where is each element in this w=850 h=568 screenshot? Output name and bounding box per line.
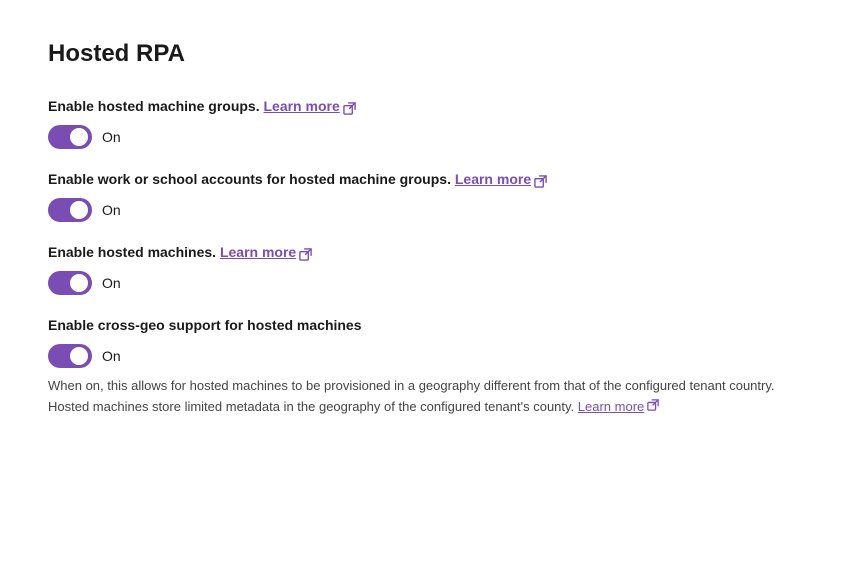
toggle-track <box>48 344 92 368</box>
toggle-track <box>48 125 92 149</box>
setting-block-work-school-accounts: Enable work or school accounts for hoste… <box>48 169 802 222</box>
toggle-state-label-cross-geo-support: On <box>102 348 121 364</box>
toggle-state-label-hosted-machines: On <box>102 275 121 291</box>
toggle-state-label-work-school-accounts: On <box>102 202 121 218</box>
description-learn-more-link-cross-geo-support[interactable]: Learn more <box>578 399 644 414</box>
learn-more-link-hosted-machine-groups[interactable]: Learn more <box>263 98 339 114</box>
setting-block-cross-geo-support: Enable cross-geo support for hosted mach… <box>48 315 802 418</box>
external-link-icon <box>647 397 659 418</box>
toggle-cross-geo-support[interactable] <box>48 344 92 368</box>
toggle-track <box>48 198 92 222</box>
toggle-thumb <box>70 274 88 292</box>
setting-label-hosted-machines: Enable hosted machines. Learn more <box>48 242 802 263</box>
toggle-work-school-accounts[interactable] <box>48 198 92 222</box>
toggle-thumb <box>70 201 88 219</box>
external-link-icon <box>343 100 356 113</box>
toggle-thumb <box>70 128 88 146</box>
page-title: Hosted RPA <box>48 40 802 68</box>
toggle-state-label-hosted-machine-groups: On <box>102 129 121 145</box>
setting-description-cross-geo-support: When on, this allows for hosted machines… <box>48 376 802 418</box>
setting-label-cross-geo-support: Enable cross-geo support for hosted mach… <box>48 315 802 336</box>
setting-label-hosted-machine-groups: Enable hosted machine groups. Learn more <box>48 96 802 117</box>
toggle-track <box>48 271 92 295</box>
toggle-row-work-school-accounts: On <box>48 198 802 222</box>
setting-label-work-school-accounts: Enable work or school accounts for hoste… <box>48 169 802 190</box>
external-link-icon <box>299 246 312 259</box>
toggle-hosted-machine-groups[interactable] <box>48 125 92 149</box>
setting-block-hosted-machine-groups: Enable hosted machine groups. Learn more… <box>48 96 802 149</box>
toggle-hosted-machines[interactable] <box>48 271 92 295</box>
toggle-row-hosted-machine-groups: On <box>48 125 802 149</box>
toggle-row-hosted-machines: On <box>48 271 802 295</box>
toggle-thumb <box>70 347 88 365</box>
external-link-icon <box>534 173 547 186</box>
learn-more-link-work-school-accounts[interactable]: Learn more <box>455 171 531 187</box>
toggle-row-cross-geo-support: On <box>48 344 802 368</box>
setting-block-hosted-machines: Enable hosted machines. Learn more On <box>48 242 802 295</box>
learn-more-link-hosted-machines[interactable]: Learn more <box>220 244 296 260</box>
